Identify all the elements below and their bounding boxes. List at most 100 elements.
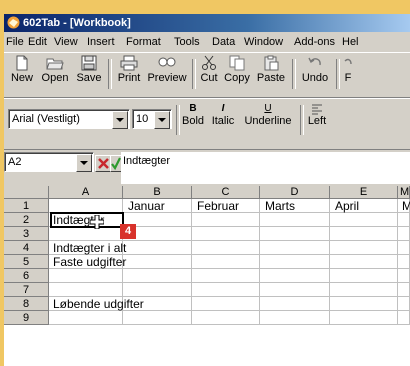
save-button[interactable]: Save (74, 55, 104, 84)
grid-cell[interactable] (260, 269, 330, 283)
grid-cell[interactable] (330, 227, 398, 241)
grid-cell[interactable] (330, 297, 398, 311)
grid-cell[interactable] (192, 269, 260, 283)
chevron-down-icon[interactable] (154, 111, 170, 129)
grid-cell[interactable] (192, 213, 260, 227)
row-header-2[interactable]: 2 (4, 213, 49, 227)
grid-cell[interactable] (260, 255, 330, 269)
menu-tools[interactable]: Tools (174, 36, 200, 48)
column-header-c[interactable]: C (192, 186, 260, 199)
row-header-1[interactable]: 1 (4, 199, 49, 213)
cell-a5[interactable]: Faste udgifter (53, 255, 126, 269)
menu-addons[interactable]: Add-ons (294, 36, 335, 48)
paste-button[interactable]: Paste (254, 55, 288, 84)
grid-cell[interactable] (49, 283, 123, 297)
cell-e1[interactable]: April (335, 199, 359, 213)
grid-cell[interactable] (260, 311, 330, 325)
redo-label: F (344, 72, 352, 84)
menu-data[interactable]: Data (212, 36, 235, 48)
grid-cell[interactable] (123, 241, 192, 255)
grid-cell[interactable] (260, 213, 330, 227)
grid-cell[interactable] (260, 241, 330, 255)
row-header-7[interactable]: 7 (4, 283, 49, 297)
grid-cell[interactable] (192, 255, 260, 269)
bold-button[interactable]: B Bold (180, 103, 206, 127)
grid-cell[interactable] (330, 241, 398, 255)
cell-b1[interactable]: Januar (128, 199, 165, 213)
grid-cell[interactable] (398, 269, 410, 283)
cut-button[interactable]: Cut (197, 55, 221, 84)
column-header-b[interactable]: B (123, 186, 192, 199)
spreadsheet-grid[interactable]: A B C D E M 1 2 3 4 5 6 7 8 9 Januar Feb… (4, 186, 410, 366)
row-header-5[interactable]: 5 (4, 255, 49, 269)
grid-cell[interactable] (123, 269, 192, 283)
grid-cell[interactable] (398, 283, 410, 297)
align-left-button[interactable]: Left (304, 103, 330, 127)
row-header-9[interactable]: 9 (4, 311, 49, 325)
italic-button[interactable]: I Italic (208, 103, 238, 127)
italic-icon: I (221, 103, 225, 114)
menu-window[interactable]: Window (244, 36, 283, 48)
underline-button[interactable]: U Underline (240, 103, 296, 127)
preview-button[interactable]: Preview (146, 55, 188, 84)
column-header-a[interactable]: A (49, 186, 123, 199)
grid-cell[interactable] (192, 283, 260, 297)
column-header-d[interactable]: D (260, 186, 330, 199)
print-button[interactable]: Print (114, 55, 144, 84)
menu-view[interactable]: View (54, 36, 78, 48)
grid-cell[interactable] (330, 311, 398, 325)
grid-cell[interactable] (49, 199, 123, 213)
open-button[interactable]: Open (38, 55, 72, 84)
menu-format[interactable]: Format (126, 36, 161, 48)
grid-cell[interactable] (398, 227, 410, 241)
column-header-e[interactable]: E (330, 186, 398, 199)
grid-cell[interactable] (123, 283, 192, 297)
copy-button[interactable]: Copy (222, 55, 252, 84)
grid-cell[interactable] (330, 255, 398, 269)
grid-cell[interactable] (192, 297, 260, 311)
name-box[interactable]: A2 (4, 152, 94, 172)
grid-cell[interactable] (123, 311, 192, 325)
grid-cell[interactable] (192, 227, 260, 241)
grid-cell[interactable] (49, 311, 123, 325)
grid-cell[interactable] (123, 255, 192, 269)
grid-cell[interactable] (398, 213, 410, 227)
row-header-4[interactable]: 4 (4, 241, 49, 255)
menu-help[interactable]: Hel (342, 36, 359, 48)
column-header-f[interactable]: M (398, 186, 410, 199)
grid-cell[interactable] (398, 311, 410, 325)
new-button[interactable]: New (8, 55, 36, 84)
grid-cell[interactable] (192, 241, 260, 255)
grid-cell[interactable] (398, 255, 410, 269)
cell-c1[interactable]: Februar (197, 199, 239, 213)
grid-cell[interactable] (192, 311, 260, 325)
grid-cell[interactable] (49, 227, 123, 241)
grid-cell[interactable] (260, 297, 330, 311)
select-all-corner[interactable] (4, 186, 49, 199)
grid-cell[interactable] (260, 227, 330, 241)
cell-a8[interactable]: Løbende udgifter (53, 297, 144, 311)
grid-cell[interactable] (330, 283, 398, 297)
grid-cell[interactable] (398, 241, 410, 255)
grid-cell[interactable] (49, 269, 123, 283)
redo-button[interactable]: F (340, 55, 356, 84)
font-name-select[interactable]: Arial (Vestligt) (8, 109, 130, 129)
formula-input[interactable]: Indtægter (121, 152, 410, 184)
grid-cell[interactable] (330, 269, 398, 283)
cell-d1[interactable]: Marts (265, 199, 295, 213)
row-header-6[interactable]: 6 (4, 269, 49, 283)
chevron-down-icon[interactable] (76, 154, 92, 172)
font-size-select[interactable]: 10 (132, 109, 172, 129)
menu-file[interactable]: File (6, 36, 24, 48)
chevron-down-icon[interactable] (112, 111, 128, 129)
row-header-3[interactable]: 3 (4, 227, 49, 241)
grid-cell[interactable] (260, 283, 330, 297)
undo-button[interactable]: Undo (298, 55, 332, 84)
menu-edit[interactable]: Edit (28, 36, 47, 48)
row-header-8[interactable]: 8 (4, 297, 49, 311)
cell-f1[interactable]: M (402, 199, 410, 213)
cell-a4[interactable]: Indtægter i alt (53, 241, 126, 255)
grid-cell[interactable] (330, 213, 398, 227)
menu-insert[interactable]: Insert (87, 36, 115, 48)
grid-cell[interactable] (398, 297, 410, 311)
